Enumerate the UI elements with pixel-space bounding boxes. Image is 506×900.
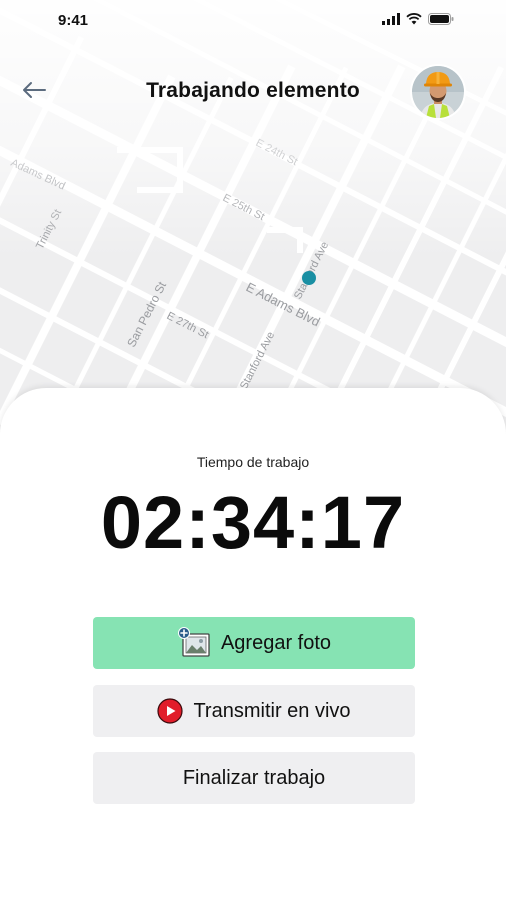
add-photo-label: Agregar foto — [220, 631, 332, 654]
avatar[interactable] — [412, 66, 464, 118]
battery-icon — [428, 12, 454, 30]
add-photo-button[interactable]: Agregar foto — [93, 617, 415, 669]
timer-label: Tiempo de trabajo — [196, 454, 310, 470]
play-circle-icon — [157, 698, 184, 724]
status-bar: 9:41 — [0, 0, 506, 40]
finish-work-label: Finalizar trabajo — [182, 766, 326, 789]
live-stream-label: Transmitir en vivo — [193, 699, 351, 722]
work-timer-sheet: Tiempo de trabajo 02:34:17 Agregar foto … — [0, 388, 506, 900]
wifi-icon — [406, 12, 422, 30]
live-stream-button[interactable]: Transmitir en vivo — [93, 685, 415, 737]
finish-work-button[interactable]: Finalizar trabajo — [93, 752, 415, 804]
status-time: 9:41 — [58, 12, 89, 29]
location-marker — [302, 271, 316, 285]
worker-avatar-icon — [412, 66, 464, 118]
status-icons — [382, 12, 454, 30]
add-photo-icon — [177, 626, 211, 660]
header: Trabajando elemento — [0, 62, 506, 122]
timer-value: 02:34:17 — [100, 481, 406, 564]
signal-icon — [382, 12, 400, 30]
